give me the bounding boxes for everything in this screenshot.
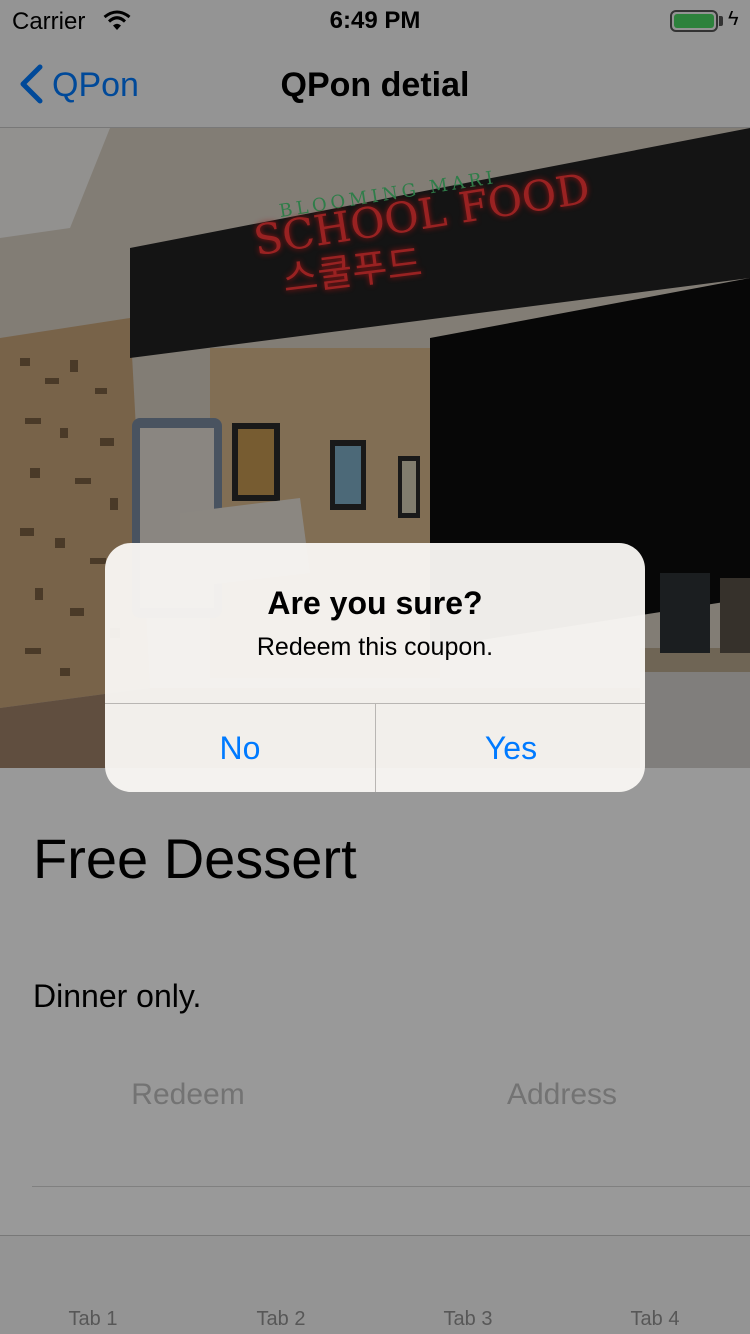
alert-title: Are you sure?	[267, 585, 483, 621]
no-button[interactable]: No	[105, 704, 375, 792]
yes-button[interactable]: Yes	[376, 704, 645, 792]
alert-message: Redeem this coupon.	[256, 633, 494, 661]
confirm-alert: Are you sure? Redeem this coupon. No Yes	[105, 543, 645, 792]
